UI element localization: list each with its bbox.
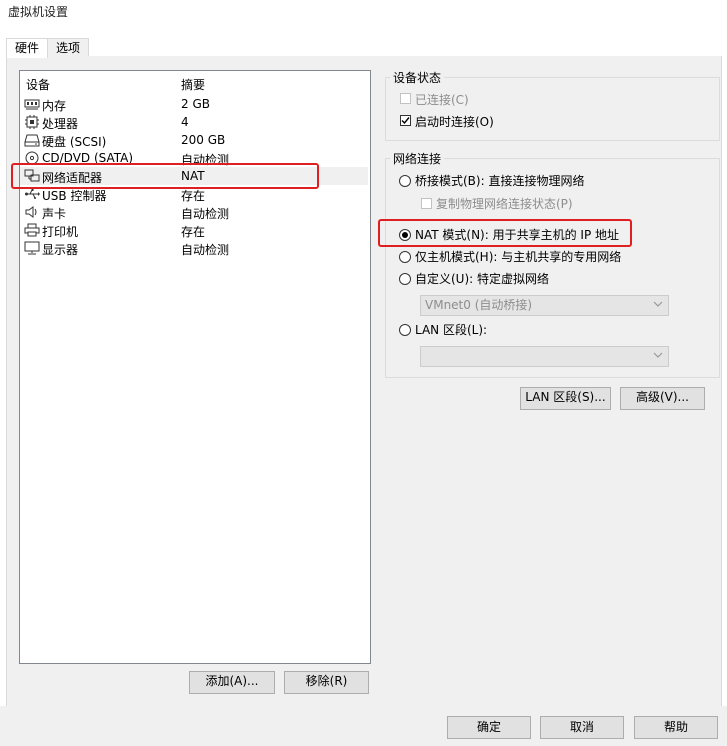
lan-segment-label[interactable]: LAN 区段(L): bbox=[415, 321, 487, 338]
chevron-down-icon bbox=[653, 301, 663, 307]
custom-radio[interactable] bbox=[399, 273, 411, 285]
device-row-hard-disk[interactable]: 硬盘 (SCSI) 200 GB bbox=[20, 131, 368, 149]
bridged-radio[interactable] bbox=[399, 175, 411, 187]
cancel-button[interactable]: 取消 bbox=[540, 716, 624, 739]
lan-segment-radio[interactable] bbox=[399, 324, 411, 336]
help-button[interactable]: 帮助 bbox=[634, 716, 718, 739]
device-row-sound-card[interactable]: 声卡 自动检测 bbox=[20, 203, 368, 221]
device-status-label: 设备状态 bbox=[390, 69, 445, 86]
highlight-network-adapter bbox=[11, 163, 319, 189]
device-summary: 存在 bbox=[181, 189, 206, 203]
monitor-icon bbox=[24, 241, 40, 255]
device-summary: 自动检测 bbox=[181, 243, 230, 257]
replicate-state-label[interactable]: 复制物理网络连接状态(P) bbox=[436, 195, 573, 212]
device-row-printer[interactable]: 打印机 存在 bbox=[20, 221, 368, 239]
connected-checkbox[interactable] bbox=[400, 93, 411, 104]
cpu-icon bbox=[25, 115, 39, 129]
highlight-nat-option bbox=[378, 219, 632, 247]
column-header-device[interactable]: 设备 bbox=[26, 76, 50, 93]
connect-at-power-on-checkbox[interactable] bbox=[400, 115, 411, 126]
hard-disk-icon bbox=[24, 134, 40, 147]
checkmark-icon bbox=[401, 117, 410, 125]
host-only-label[interactable]: 仅主机模式(H): 与主机共享的专用网络 bbox=[415, 248, 621, 265]
column-header-summary[interactable]: 摘要 bbox=[181, 76, 205, 93]
device-status-group bbox=[385, 77, 720, 141]
memory-icon bbox=[24, 99, 40, 110]
device-row-processor[interactable]: 处理器 4 bbox=[20, 113, 368, 131]
custom-label[interactable]: 自定义(U): 特定虚拟网络 bbox=[415, 270, 549, 287]
device-name: 内存 bbox=[42, 99, 67, 113]
device-summary: 存在 bbox=[181, 225, 206, 239]
custom-network-value: VMnet0 (自动桥接) bbox=[425, 298, 533, 312]
lan-segment-combo[interactable] bbox=[420, 346, 669, 367]
tab-hardware[interactable]: 硬件 bbox=[6, 38, 48, 58]
tab-options[interactable]: 选项 bbox=[47, 38, 89, 57]
device-summary: 自动检测 bbox=[181, 207, 230, 221]
device-name: 处理器 bbox=[42, 117, 79, 131]
device-name: USB 控制器 bbox=[42, 189, 107, 203]
host-only-radio[interactable] bbox=[399, 251, 411, 263]
window-title: 虚拟机设置 bbox=[8, 5, 69, 19]
printer-icon bbox=[24, 223, 40, 237]
chevron-down-icon bbox=[653, 352, 663, 358]
connected-label[interactable]: 已连接(C) bbox=[415, 91, 469, 108]
custom-network-combo[interactable]: VMnet0 (自动桥接) bbox=[420, 295, 669, 316]
device-name: 硬盘 (SCSI) bbox=[42, 135, 107, 149]
lan-segments-button[interactable]: LAN 区段(S)... bbox=[520, 387, 611, 410]
remove-device-button[interactable]: 移除(R) bbox=[284, 671, 369, 694]
network-connection-label: 网络连接 bbox=[390, 150, 445, 167]
device-row-memory[interactable]: 内存 2 GB bbox=[20, 95, 368, 113]
speaker-icon bbox=[25, 206, 37, 218]
usb-icon bbox=[25, 189, 40, 199]
ok-button[interactable]: 确定 bbox=[447, 716, 531, 739]
replicate-state-checkbox[interactable] bbox=[421, 198, 432, 209]
add-device-button[interactable]: 添加(A)... bbox=[189, 671, 275, 694]
bridged-label[interactable]: 桥接模式(B): 直接连接物理网络 bbox=[415, 172, 584, 189]
device-name: 显示器 bbox=[42, 243, 79, 257]
connect-at-power-on-label[interactable]: 启动时连接(O) bbox=[415, 113, 494, 130]
device-name: 声卡 bbox=[42, 207, 67, 221]
device-summary: 200 GB bbox=[181, 133, 226, 147]
device-summary: 4 bbox=[181, 115, 189, 129]
device-row-display[interactable]: 显示器 自动检测 bbox=[20, 239, 368, 257]
network-connection-group bbox=[385, 158, 720, 378]
device-name: 打印机 bbox=[42, 225, 79, 239]
device-summary: 2 GB bbox=[181, 97, 210, 111]
advanced-button[interactable]: 高级(V)... bbox=[620, 387, 705, 410]
